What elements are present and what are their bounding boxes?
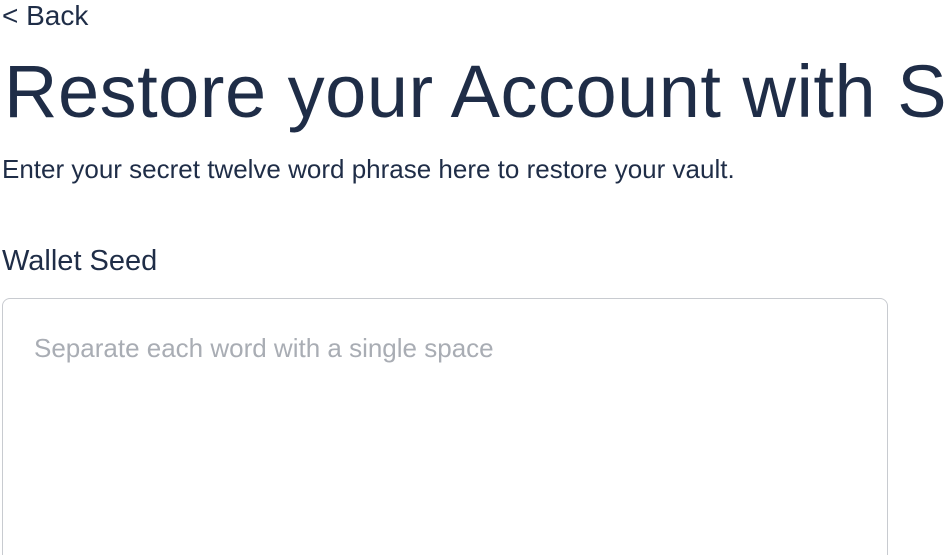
- page-title: Restore your Account with Se: [4, 50, 945, 133]
- page-subtitle: Enter your secret twelve word phrase her…: [2, 154, 735, 184]
- wallet-seed-label: Wallet Seed: [2, 245, 158, 277]
- title-container: Restore your Account with Se: [0, 40, 945, 140]
- back-link[interactable]: < Back: [2, 0, 88, 32]
- wallet-seed-textarea[interactable]: [2, 298, 888, 555]
